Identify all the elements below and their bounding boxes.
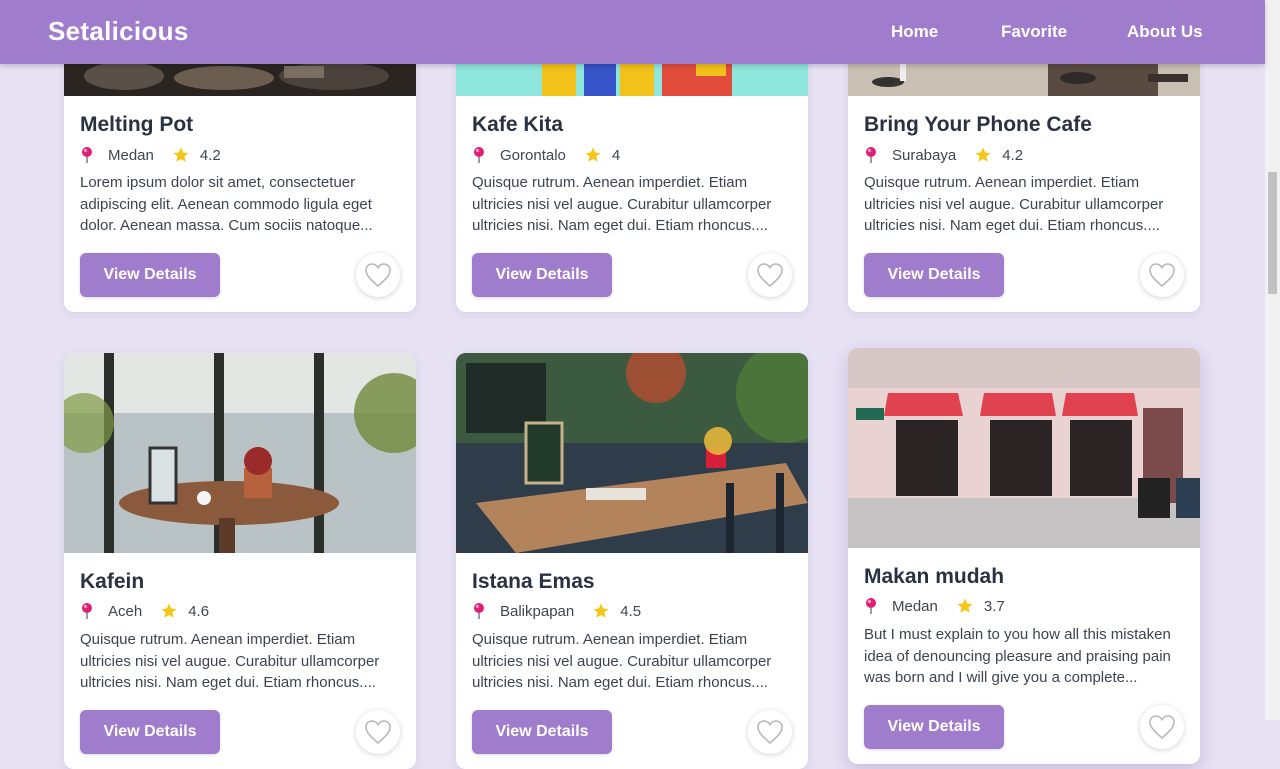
star-icon [974,146,992,164]
cafe-location: Medan [108,146,154,164]
star-icon [956,597,974,615]
heart-icon [364,719,392,745]
star-icon [172,146,190,164]
cafe-card: Kafein Aceh 4.6 Quisque rutrum. Aenean i… [64,353,416,769]
cafe-title[interactable]: Kafein [80,570,144,594]
brand-logo[interactable]: Setalicious [48,16,189,47]
cafe-description: Quisque rutrum. Aenean imperdiet. Etiam … [472,631,772,691]
cafe-title[interactable]: Istana Emas [472,570,595,594]
view-details-button[interactable]: View Details [80,253,220,297]
cafe-rating: 3.7 [983,597,1005,615]
cafe-card: Istana Emas Balikpapan 4.5 Quisque rutru… [456,353,808,769]
cafe-card: Makan mudah Medan 3.7 But I must explain… [848,348,1200,764]
nav-about-us[interactable]: About Us [1127,22,1203,42]
favorite-heart-button[interactable] [748,710,792,754]
heart-icon [756,262,784,288]
page-scrollbar[interactable] [1265,0,1280,720]
cafe-location: Balikpapan [500,602,575,620]
cafe-image [64,353,416,553]
location-pin-icon [80,602,94,620]
cafe-meta: Aceh 4.6 [80,601,209,621]
cafe-rating: 4.2 [1002,146,1024,164]
favorite-heart-button[interactable] [356,253,400,297]
location-pin-icon [80,146,94,164]
cafe-description: Quisque rutrum. Aenean imperdiet. Etiam … [472,174,772,234]
cafe-meta: Balikpapan 4.5 [472,601,641,621]
cafe-image [456,353,808,553]
favorite-heart-button[interactable] [1140,253,1184,297]
view-details-button[interactable]: View Details [472,710,612,754]
location-pin-icon [472,602,486,620]
cafe-title[interactable]: Bring Your Phone Cafe [864,113,1092,137]
cafe-description: Quisque rutrum. Aenean imperdiet. Etiam … [80,631,380,691]
heart-icon [1148,262,1176,288]
heart-icon [756,719,784,745]
cafe-location: Aceh [108,602,143,620]
heart-icon [1148,714,1176,740]
cafe-meta: Surabaya 4.2 [864,145,1023,165]
cafe-image [848,348,1200,548]
nav-favorite[interactable]: Favorite [1001,22,1067,42]
heart-icon [364,262,392,288]
cafe-title[interactable]: Kafe Kita [472,113,563,137]
star-icon [160,602,178,620]
cafe-description: But I must explain to you how all this m… [864,626,1171,686]
location-pin-icon [864,597,878,615]
cafe-title[interactable]: Melting Pot [80,113,193,137]
favorite-heart-button[interactable] [356,710,400,754]
nav-home[interactable]: Home [891,22,938,42]
cafe-description: Lorem ipsum dolor sit amet, consectetuer… [80,174,373,234]
cafe-rating: 4.5 [620,602,642,620]
cafe-meta: Medan 4.2 [80,145,221,165]
cafe-description: Quisque rutrum. Aenean imperdiet. Etiam … [864,174,1164,234]
favorite-heart-button[interactable] [1140,705,1184,749]
view-details-button[interactable]: View Details [864,705,1004,749]
cafe-rating: 4.6 [188,602,210,620]
scrollbar-thumb[interactable] [1268,172,1277,294]
favorite-heart-button[interactable] [748,253,792,297]
cafe-rating: 4 [611,146,621,164]
star-icon [592,602,610,620]
cafe-location: Gorontalo [500,146,566,164]
cafe-meta: Gorontalo 4 [472,145,620,165]
location-pin-icon [864,146,878,164]
cafe-rating: 4.2 [199,146,221,164]
cafe-location: Medan [892,597,938,615]
cafe-meta: Medan 3.7 [864,596,1005,616]
cafe-title[interactable]: Makan mudah [864,565,1004,589]
view-details-button[interactable]: View Details [80,710,220,754]
view-details-button[interactable]: View Details [864,253,1004,297]
view-details-button[interactable]: View Details [472,253,612,297]
navbar: Setalicious Home Favorite About Us [0,0,1265,64]
location-pin-icon [472,146,486,164]
cafe-location: Surabaya [892,146,957,164]
star-icon [584,146,602,164]
